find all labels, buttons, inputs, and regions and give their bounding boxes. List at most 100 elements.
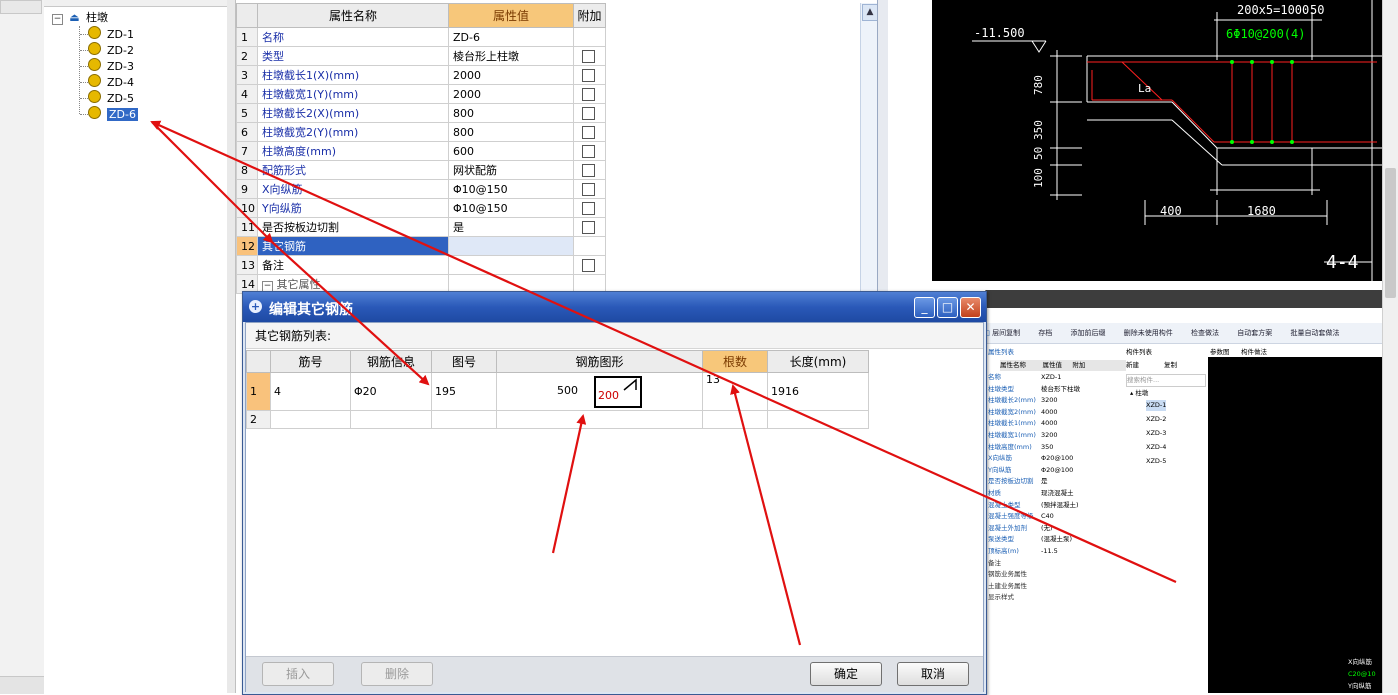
bar-info-header[interactable]: 钢筋信息 — [350, 350, 432, 373]
figure-no-cell[interactable] — [431, 410, 497, 429]
maximize-icon[interactable]: □ — [937, 297, 958, 318]
ref-toolbar-item[interactable]: ▯ 层间复制 — [986, 329, 1028, 337]
extra-checkbox[interactable] — [582, 125, 595, 139]
count-header[interactable]: 根数 — [702, 350, 768, 373]
property-row[interactable]: 1 名称 ZD-6 — [236, 27, 606, 47]
ref-attr-value[interactable]: 4000 — [1041, 418, 1058, 429]
ref-list-item[interactable]: XZD-3 — [1146, 428, 1166, 439]
tree-item-zd-4[interactable]: ZD-4 — [88, 74, 134, 90]
property-row[interactable]: 3 柱墩截长1(X)(mm) 2000 — [236, 65, 606, 85]
right-scrollbar[interactable] — [1382, 0, 1398, 693]
length-cell[interactable] — [767, 410, 869, 429]
extra-checkbox[interactable] — [582, 163, 595, 177]
extra-checkbox[interactable] — [582, 182, 595, 196]
tree-root[interactable]: − ⏏ 柱墩 — [52, 10, 108, 26]
extra-checkbox[interactable] — [582, 144, 595, 158]
bar-no-header[interactable]: 筋号 — [270, 350, 351, 373]
property-value[interactable]: 2000 — [448, 65, 574, 85]
panel-splitter[interactable] — [227, 0, 236, 693]
property-row[interactable]: 2 类型 棱台形上柱墩 — [236, 46, 606, 66]
property-row[interactable]: 10 Y向纵筋 Φ10@150 — [236, 198, 606, 218]
property-row[interactable]: 11 是否按板边切割是 — [236, 217, 606, 237]
ref-attr-value[interactable]: (无) — [1041, 523, 1053, 534]
ref-new-button[interactable]: 新建 — [1126, 360, 1139, 371]
property-value[interactable] — [448, 255, 574, 275]
ref-toolbar-item[interactable]: 检查做法 — [1191, 329, 1227, 337]
property-row[interactable]: 5 柱墩截长2(X)(mm) 800 — [236, 103, 606, 123]
extra-checkbox[interactable] — [582, 49, 595, 63]
collapse-icon[interactable]: − — [52, 14, 63, 25]
property-row[interactable]: 7 柱墩高度(mm) 600 — [236, 141, 606, 161]
ref-copy-button[interactable]: 复制 — [1164, 360, 1177, 371]
ref-attr-value[interactable]: (預拌混凝土) — [1041, 500, 1079, 511]
bar-no-cell[interactable]: 4 — [270, 372, 351, 411]
length-header[interactable]: 长度(mm) — [767, 350, 869, 373]
scroll-thumb[interactable] — [1385, 168, 1396, 298]
ref-list-item[interactable]: XZD-1 — [1146, 400, 1167, 411]
property-row[interactable]: 6 柱墩截宽2(Y)(mm) 800 — [236, 122, 606, 142]
ref-attr-value[interactable]: XZD-1 — [1041, 372, 1061, 383]
ref-toolbar-item[interactable]: 存档 — [1038, 329, 1060, 337]
property-value[interactable]: 800 — [448, 103, 574, 123]
insert-button[interactable]: 插入 — [262, 662, 334, 686]
tree-item-zd-1[interactable]: ZD-1 — [88, 26, 134, 42]
bar-no-cell[interactable] — [270, 410, 351, 429]
ref-toolbar-item[interactable]: 自动套方案 — [1237, 329, 1280, 337]
scroll-up-icon[interactable]: ▲ — [862, 4, 878, 21]
minimize-icon[interactable]: _ — [914, 297, 935, 318]
ref-attr-value[interactable]: 是 — [1041, 476, 1048, 487]
ref-attr-value[interactable]: Φ20@100 — [1041, 453, 1073, 464]
property-row[interactable]: 9 X向纵筋 Φ10@150 — [236, 179, 606, 199]
property-row[interactable]: 4 柱墩截宽1(Y)(mm) 2000 — [236, 84, 606, 104]
count-cell[interactable]: 13 — [702, 372, 768, 411]
property-row[interactable]: 13 备注 — [236, 255, 606, 275]
extra-checkbox[interactable] — [582, 220, 595, 234]
property-value[interactable]: 棱台形上柱墩 — [448, 46, 574, 66]
bar-info-cell[interactable] — [350, 410, 432, 429]
ref-toolbar-item[interactable]: 批量自动套做法 — [1290, 329, 1347, 337]
ok-button[interactable]: 确定 — [810, 662, 882, 686]
extra-checkbox[interactable] — [582, 201, 595, 215]
left-strip-button[interactable] — [0, 0, 42, 14]
ref-attr-value[interactable]: 3200 — [1041, 430, 1058, 441]
ref-attr-value[interactable]: (混凝土泵) — [1041, 534, 1072, 545]
figure-no-cell[interactable]: 195 — [431, 372, 497, 411]
bar-shape-cell[interactable] — [496, 410, 703, 429]
property-value[interactable]: Φ10@150 — [448, 198, 574, 218]
bar-info-cell[interactable]: Φ20 — [350, 372, 432, 411]
bar-shape-header[interactable]: 钢筋图形 — [496, 350, 703, 373]
ref-list-item[interactable]: XZD-4 — [1146, 442, 1166, 453]
property-row[interactable]: 8 配筋形式 网状配筋 — [236, 160, 606, 180]
tree-item-zd-6[interactable]: ZD-6 — [88, 106, 138, 122]
property-value[interactable] — [448, 236, 574, 256]
extra-checkbox[interactable] — [582, 68, 595, 82]
ref-list-item[interactable]: XZD-2 — [1146, 414, 1166, 425]
ref-list-item[interactable]: XZD-5 — [1146, 456, 1166, 467]
ref-attr-value[interactable]: 4000 — [1041, 407, 1058, 418]
ref-attr-value[interactable]: Φ20@100 — [1041, 465, 1073, 476]
count-cell[interactable] — [702, 410, 768, 429]
ref-toolbar-item[interactable]: 添加前后缀 — [1071, 329, 1114, 337]
cancel-button[interactable]: 取消 — [897, 662, 969, 686]
property-value[interactable]: Φ10@150 — [448, 179, 574, 199]
tree-item-zd-5[interactable]: ZD-5 — [88, 90, 134, 106]
rebar-row[interactable]: 1 4 Φ20 195 500 200 13 1916 — [246, 372, 869, 411]
property-value[interactable]: 600 — [448, 141, 574, 161]
ref-attr-value[interactable]: -11.5 — [1041, 546, 1058, 557]
length-cell[interactable]: 1916 — [767, 372, 869, 411]
dialog-title-bar[interactable]: + 编辑其它钢筋 _ □ ✕ — [243, 292, 986, 322]
property-value[interactable]: 800 — [448, 122, 574, 142]
property-value[interactable]: 2000 — [448, 84, 574, 104]
ref-attr-value[interactable]: 现浇混凝土 — [1041, 488, 1074, 499]
property-row-selected[interactable]: 12 其它钢筋 — [236, 236, 606, 256]
figure-no-header[interactable]: 图号 — [431, 350, 497, 373]
extra-checkbox[interactable] — [582, 106, 595, 120]
property-value[interactable]: ZD-6 — [448, 27, 574, 47]
extra-checkbox[interactable] — [582, 258, 595, 272]
property-name-header[interactable]: 属性名称 — [257, 3, 449, 28]
tree-item-zd-2[interactable]: ZD-2 — [88, 42, 134, 58]
tree-item-zd-3[interactable]: ZD-3 — [88, 58, 134, 74]
shape-length[interactable]: 500 — [557, 384, 578, 397]
bar-shape-cell[interactable]: 500 200 — [496, 372, 703, 411]
close-icon[interactable]: ✕ — [960, 297, 981, 318]
